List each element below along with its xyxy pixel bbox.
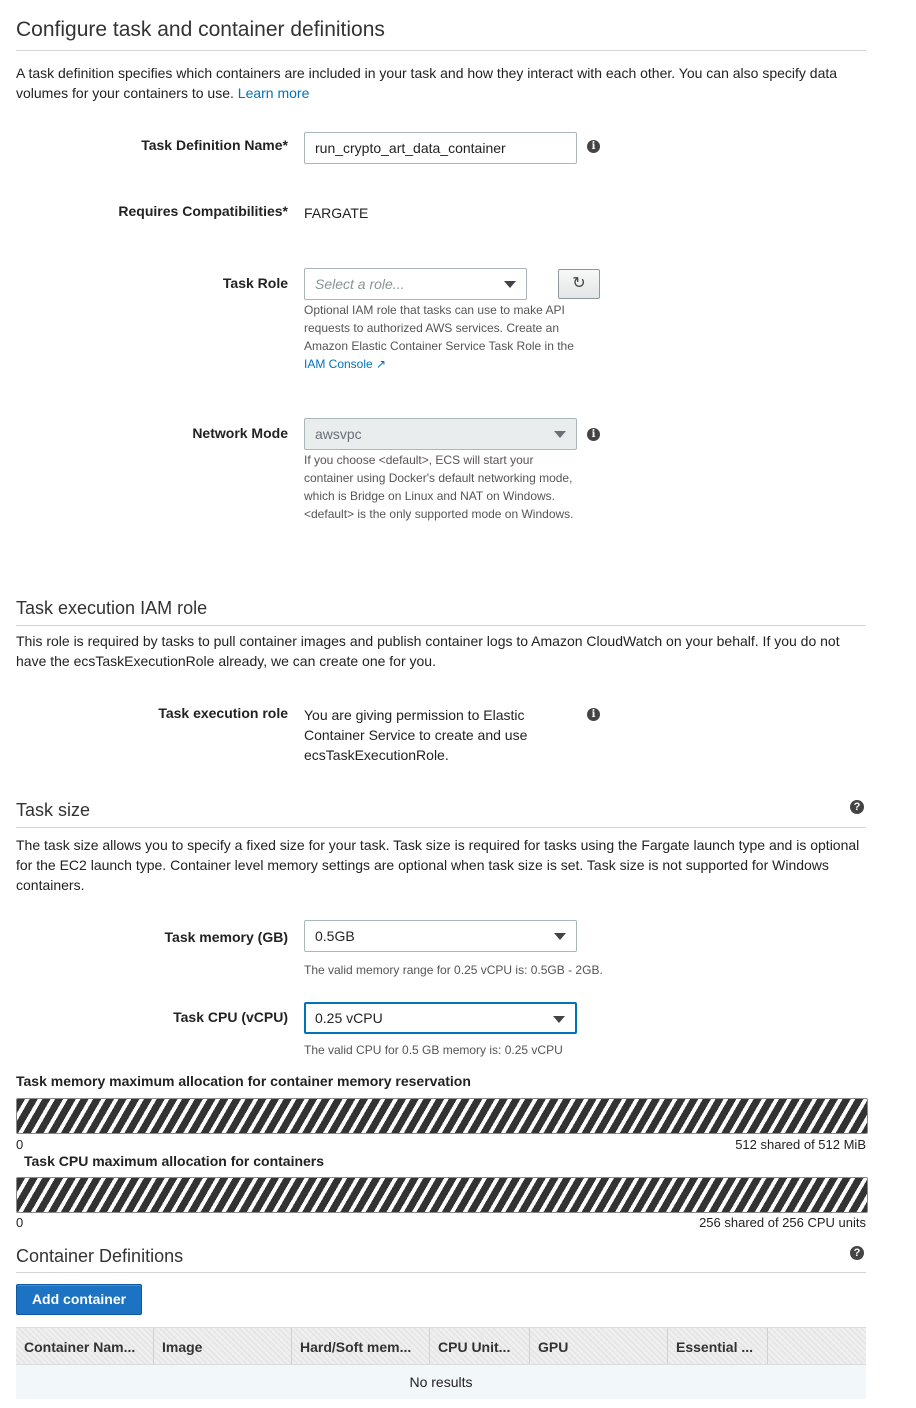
task-role-label: Task Role	[222, 275, 288, 291]
task-execution-role-label: Task execution role	[158, 705, 288, 721]
column-header-image[interactable]: Image	[154, 1328, 292, 1364]
task-definition-name-input[interactable]: run_crypto_art_data_container	[304, 132, 577, 164]
network-mode-select: awsvpc	[304, 418, 577, 450]
refresh-icon: ↻	[572, 275, 586, 292]
requires-compatibilities-label: Requires Compatibilities*	[118, 203, 288, 219]
chevron-down-icon	[554, 933, 566, 940]
task-memory-label: Task memory (GB)	[164, 929, 288, 945]
external-link-icon: ↗	[376, 357, 387, 371]
memory-allocation-min: 0	[16, 1137, 24, 1152]
task-role-select[interactable]: Select a role...	[304, 268, 527, 300]
page-title: Configure task and container definitions	[16, 18, 385, 41]
task-size-title: Task size	[16, 800, 91, 820]
info-icon[interactable]: i	[587, 708, 600, 721]
cpu-allocation-title: Task CPU maximum allocation for containe…	[24, 1153, 325, 1169]
container-table: Container Nam... Image Hard/Soft mem... …	[16, 1327, 866, 1399]
memory-allocation-max: 512 shared of 512 MiB	[735, 1137, 866, 1152]
task-cpu-value: 0.25 vCPU	[315, 1010, 383, 1026]
requires-compatibilities-value: FARGATE	[304, 205, 369, 221]
configure-description: A task definition specifies which contai…	[16, 65, 838, 101]
task-memory-value: 0.5GB	[315, 928, 355, 944]
task-cpu-help: The valid CPU for 0.5 GB memory is: 0.25…	[304, 1043, 563, 1057]
no-results-row: No results	[16, 1365, 866, 1399]
network-mode-help: If you choose <default>, ECS will start …	[304, 453, 574, 521]
chevron-down-icon	[554, 431, 566, 438]
divider	[16, 625, 866, 626]
network-mode-label: Network Mode	[192, 425, 288, 441]
task-role-placeholder: Select a role...	[315, 276, 405, 292]
table-header: Container Nam... Image Hard/Soft mem... …	[16, 1327, 866, 1365]
chevron-down-icon	[504, 281, 516, 288]
task-definition-name-label: Task Definition Name*	[141, 137, 288, 153]
memory-allocation-title: Task memory maximum allocation for conta…	[16, 1073, 471, 1089]
task-execution-role-text: You are giving permission to Elastic Con…	[304, 707, 528, 763]
iam-console-link[interactable]: IAM Console ↗	[304, 357, 386, 371]
task-memory-help: The valid memory range for 0.25 vCPU is:…	[304, 963, 603, 977]
task-cpu-select[interactable]: 0.25 vCPU	[304, 1002, 577, 1034]
divider	[16, 1272, 866, 1273]
column-header-memory[interactable]: Hard/Soft mem...	[292, 1328, 430, 1364]
help-icon[interactable]: ?	[850, 800, 864, 814]
task-size-description: The task size allows you to specify a fi…	[16, 837, 860, 893]
info-icon[interactable]: i	[587, 428, 600, 441]
cpu-allocation-bar	[16, 1177, 868, 1213]
divider	[16, 827, 866, 828]
execution-description: This role is required by tasks to pull c…	[16, 633, 840, 669]
column-header-gpu[interactable]: GPU	[530, 1328, 668, 1364]
divider	[16, 50, 866, 51]
help-icon[interactable]: ?	[850, 1246, 864, 1260]
task-role-help: Optional IAM role that tasks can use to …	[304, 303, 574, 371]
cpu-allocation-min: 0	[16, 1215, 24, 1230]
refresh-roles-button[interactable]: ↻	[558, 269, 600, 299]
learn-more-link[interactable]: Learn more	[238, 85, 310, 101]
column-header-essential[interactable]: Essential ...	[668, 1328, 768, 1364]
column-header-empty	[768, 1328, 866, 1364]
chevron-down-icon	[553, 1016, 565, 1023]
info-icon[interactable]: i	[587, 140, 600, 153]
memory-allocation-bar	[16, 1098, 868, 1134]
cpu-allocation-max: 256 shared of 256 CPU units	[699, 1215, 866, 1230]
add-container-button[interactable]: Add container	[16, 1284, 142, 1315]
network-mode-value: awsvpc	[315, 426, 362, 442]
task-cpu-label: Task CPU (vCPU)	[173, 1009, 288, 1025]
column-header-cpu-units[interactable]: CPU Unit...	[430, 1328, 530, 1364]
task-memory-select[interactable]: 0.5GB	[304, 920, 577, 952]
container-definitions-title: Container Definitions	[16, 1246, 184, 1266]
execution-section-title: Task execution IAM role	[16, 598, 208, 618]
column-header-container-name[interactable]: Container Nam...	[16, 1328, 154, 1364]
